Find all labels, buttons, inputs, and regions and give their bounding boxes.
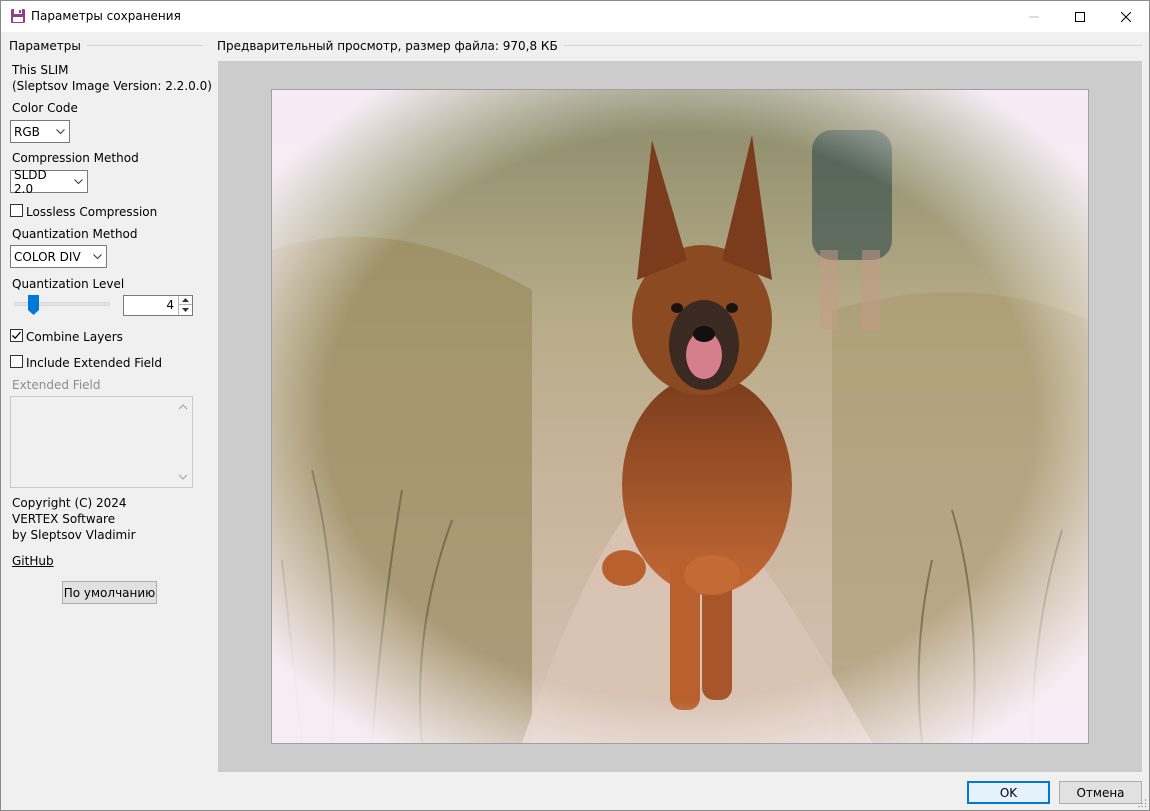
scroll-down-icon bbox=[178, 474, 188, 480]
close-icon bbox=[1121, 11, 1131, 22]
params-group-title: Параметры bbox=[9, 39, 87, 53]
preview-image bbox=[271, 89, 1089, 744]
preview-group-title: Предварительный просмотр, размер файла: … bbox=[217, 39, 564, 53]
checkmark-icon bbox=[12, 331, 21, 340]
title-bar: Параметры сохранения bbox=[1, 1, 1149, 32]
color-code-label: Color Code bbox=[12, 101, 78, 115]
dog-photo-image bbox=[272, 90, 1088, 743]
cancel-button[interactable]: Отмена bbox=[1059, 781, 1142, 804]
extended-field-label: Extended Field bbox=[12, 378, 101, 392]
combine-layers-label: Combine Layers bbox=[26, 330, 123, 344]
spin-down-button[interactable] bbox=[179, 305, 192, 314]
maximize-button[interactable] bbox=[1057, 1, 1103, 32]
chevron-down-icon bbox=[88, 254, 106, 259]
plugin-version: (Sleptsov Image Version: 2.2.0.0) bbox=[12, 79, 212, 93]
color-code-select[interactable]: RGB bbox=[10, 120, 70, 143]
combine-layers-checkbox[interactable] bbox=[10, 329, 23, 342]
compression-method-value: SLDD 2.0 bbox=[14, 167, 47, 196]
close-button[interactable] bbox=[1103, 1, 1149, 32]
copyright-line-3: by Sleptsov Vladimir bbox=[12, 528, 136, 542]
chevron-down-icon bbox=[51, 129, 69, 134]
spin-up-button[interactable] bbox=[179, 296, 192, 305]
save-options-dialog: Параметры сохранения Параметры This SLIM… bbox=[0, 0, 1150, 811]
chevron-down-icon bbox=[69, 179, 87, 184]
resize-grip-icon[interactable] bbox=[1137, 798, 1147, 808]
spinner-buttons bbox=[178, 296, 192, 315]
ok-button[interactable]: OK bbox=[967, 781, 1050, 804]
copyright-line-1: Copyright (C) 2024 bbox=[12, 496, 127, 510]
copyright-line-2: VERTEX Software bbox=[12, 512, 116, 526]
compression-method-label: Compression Method bbox=[12, 151, 139, 165]
color-code-value: RGB bbox=[14, 124, 40, 139]
include-extended-field-label: Include Extended Field bbox=[26, 356, 163, 370]
minimize-icon bbox=[1029, 16, 1039, 17]
slider-thumb[interactable] bbox=[28, 295, 39, 315]
textarea-scrollbar[interactable] bbox=[175, 397, 192, 487]
quantization-method-value: COLOR DIV bbox=[14, 249, 81, 264]
floppy-disk-icon bbox=[10, 8, 26, 24]
include-extended-field-checkbox[interactable] bbox=[10, 355, 23, 368]
quantization-level-label: Quantization Level bbox=[12, 277, 125, 291]
quantization-method-label: Quantization Method bbox=[12, 227, 138, 241]
scroll-up-icon bbox=[178, 404, 188, 410]
minimize-button[interactable] bbox=[1011, 1, 1057, 32]
quantization-level-value: 4 bbox=[166, 298, 174, 312]
github-link[interactable]: GitHub bbox=[12, 554, 54, 568]
extended-field-textarea[interactable] bbox=[10, 396, 193, 488]
window-title: Параметры сохранения bbox=[31, 9, 181, 23]
plugin-name: This SLIM bbox=[12, 63, 69, 77]
maximize-icon bbox=[1075, 11, 1085, 22]
compression-method-select[interactable]: SLDD 2.0 bbox=[10, 167, 88, 196]
triangle-down-icon bbox=[182, 307, 189, 312]
triangle-up-icon bbox=[182, 298, 189, 302]
quantization-level-spinner[interactable]: 4 bbox=[123, 295, 193, 316]
lossless-compression-label: Lossless Compression bbox=[26, 205, 158, 219]
quantization-method-select[interactable]: COLOR DIV bbox=[10, 245, 107, 268]
reset-defaults-button[interactable]: По умолчанию bbox=[62, 581, 157, 604]
lossless-compression-checkbox[interactable] bbox=[10, 204, 23, 217]
